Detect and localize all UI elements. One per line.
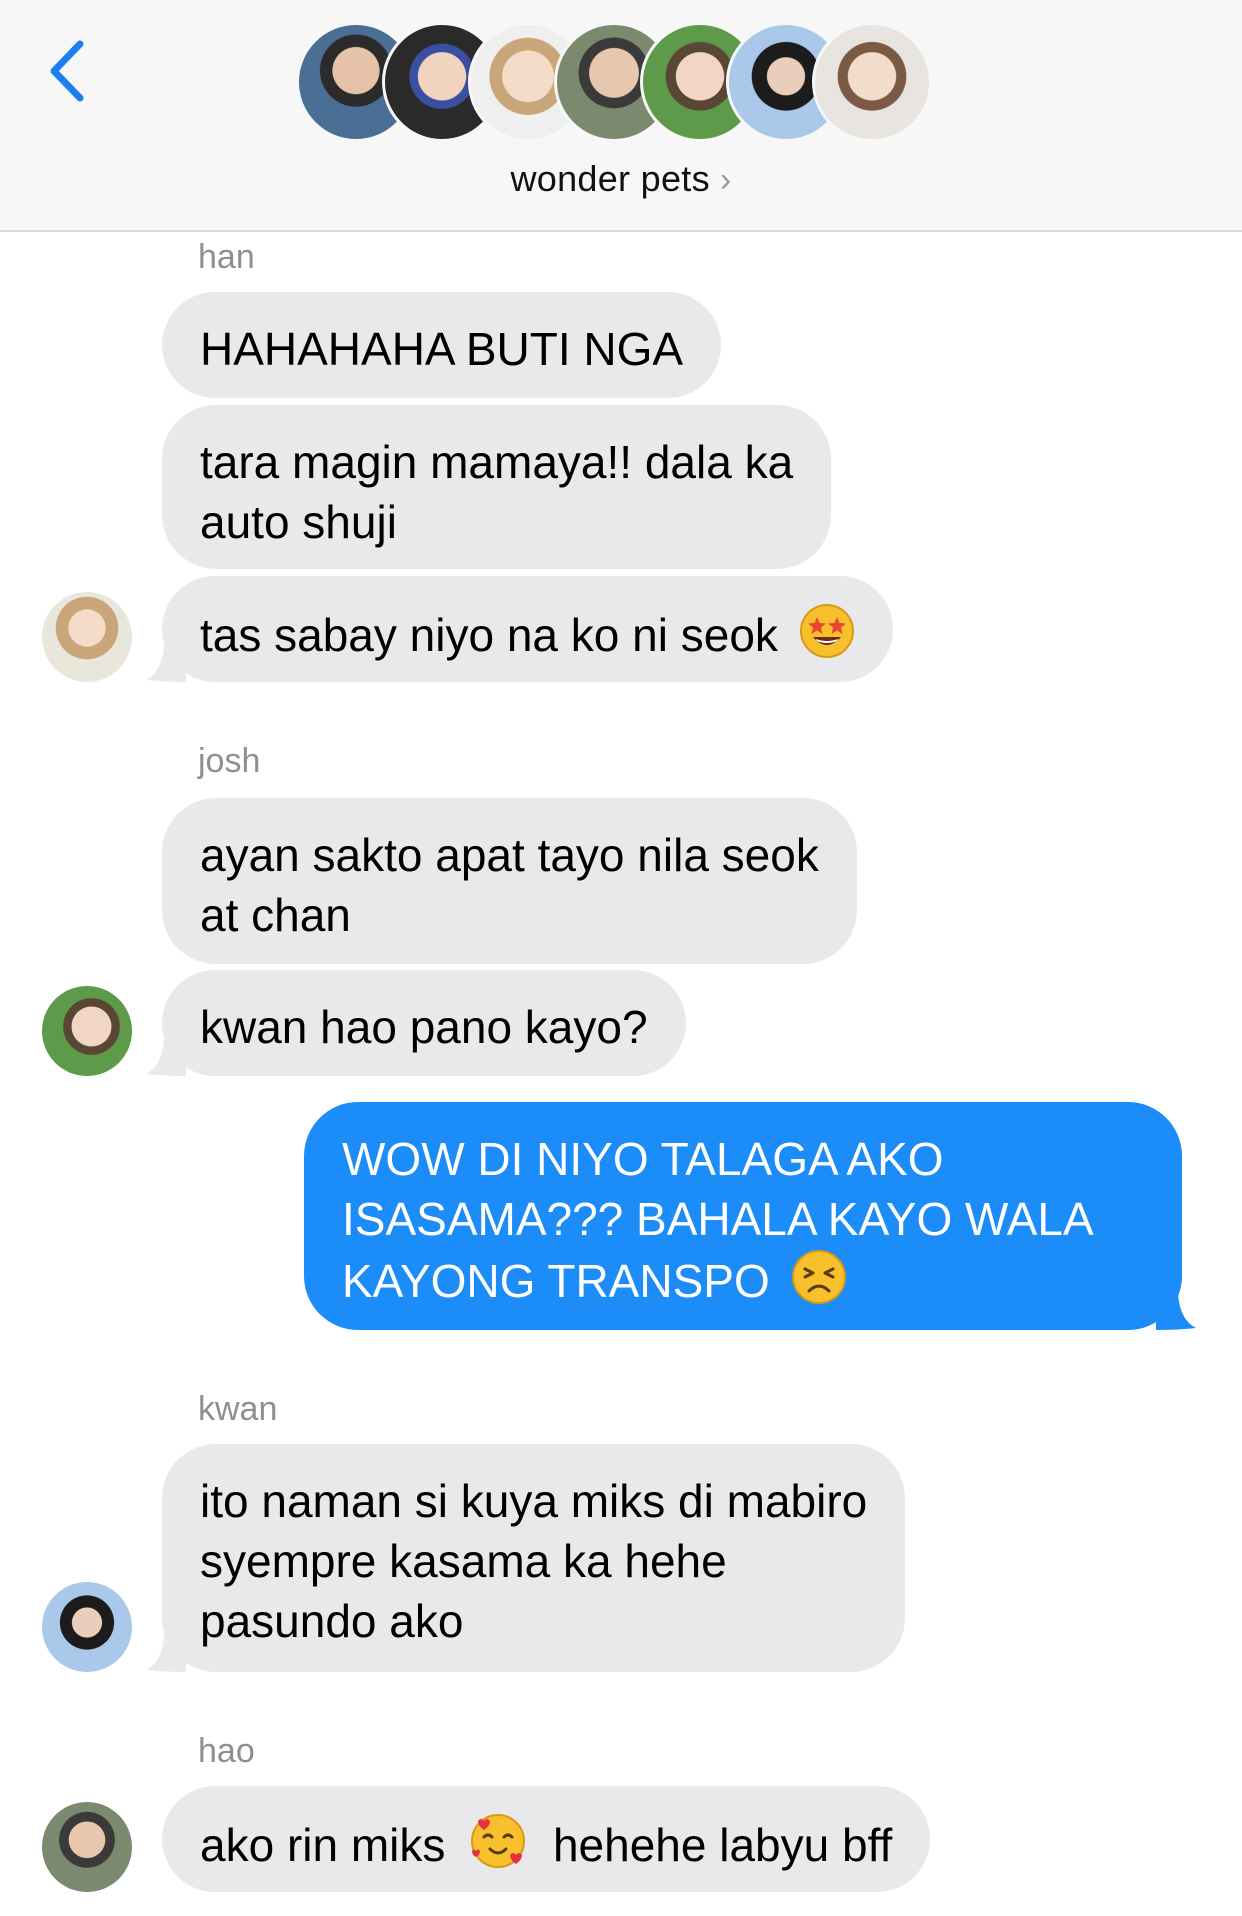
message-text: hehehe labyu bff <box>552 1819 893 1871</box>
message-text: tas sabay niyo na ko ni seok <box>200 609 778 661</box>
bubble-tail <box>146 1636 186 1672</box>
message-text: ito naman si kuya miks di mabiro <box>200 1475 868 1527</box>
smiling-face-with-hearts-emoji <box>470 1813 526 1869</box>
message-text: kwan hao pano kayo? <box>200 1001 648 1053</box>
chevron-right-icon: › <box>719 161 732 199</box>
chevron-left-icon <box>50 40 84 102</box>
message-text: tara magin mamaya!! dala ka <box>200 436 794 488</box>
message-bubble[interactable]: ayan sakto apat tayo nila seok at chan <box>162 798 857 964</box>
message-bubble[interactable]: ako rin miks hehehe labyu bff <box>162 1786 931 1892</box>
sender-name: hao <box>198 1732 255 1770</box>
avatar[interactable] <box>42 986 132 1076</box>
bubble-tail <box>146 646 186 682</box>
message-text: ayan sakto apat tayo nila seok <box>200 829 819 881</box>
participant-avatars[interactable] <box>296 22 946 144</box>
message-bubble[interactable]: ito naman si kuya miks di mabiro syempre… <box>162 1444 906 1672</box>
avatar[interactable] <box>42 592 132 682</box>
message-text: auto shuji <box>200 496 397 548</box>
message-bubble[interactable]: tara magin mamaya!! dala ka auto shuji <box>162 405 832 569</box>
group-name: wonder pets <box>510 158 710 199</box>
message-text: HAHAHAHA BUTI NGA <box>200 323 684 375</box>
bubble-tail <box>146 1040 186 1076</box>
bubble-tail <box>1156 1294 1196 1330</box>
back-button[interactable] <box>44 36 94 106</box>
avatar <box>812 22 932 142</box>
star-struck-emoji <box>799 603 855 659</box>
message-text: ISASAMA??? BAHALA KAYO WALA <box>342 1193 1094 1245</box>
avatar[interactable] <box>42 1582 132 1672</box>
sender-name: kwan <box>198 1390 278 1428</box>
message-text: at chan <box>200 889 351 941</box>
message-bubble-outgoing[interactable]: WOW DI NIYO TALAGA AKO ISASAMA??? BAHALA… <box>304 1102 1182 1330</box>
message-text: ako rin miks <box>200 1819 446 1871</box>
group-name-button[interactable]: wonder pets › <box>0 158 1242 200</box>
message-text: pasundo ako <box>200 1595 464 1647</box>
message-text: WOW DI NIYO TALAGA AKO <box>342 1133 944 1185</box>
message-text: syempre kasama ka hehe <box>200 1535 727 1587</box>
sender-name: josh <box>198 742 261 780</box>
sender-name: han <box>198 238 255 276</box>
message-bubble[interactable]: kwan hao pano kayo? <box>162 970 686 1076</box>
message-bubble[interactable]: HAHAHAHA BUTI NGA <box>162 292 722 398</box>
message-text: KAYONG TRANSPO <box>342 1255 770 1307</box>
message-bubble[interactable]: tas sabay niyo na ko ni seok <box>162 576 893 682</box>
conversation-header: wonder pets › <box>0 0 1242 232</box>
avatar[interactable] <box>42 1802 132 1892</box>
persevering-face-emoji <box>791 1249 847 1305</box>
